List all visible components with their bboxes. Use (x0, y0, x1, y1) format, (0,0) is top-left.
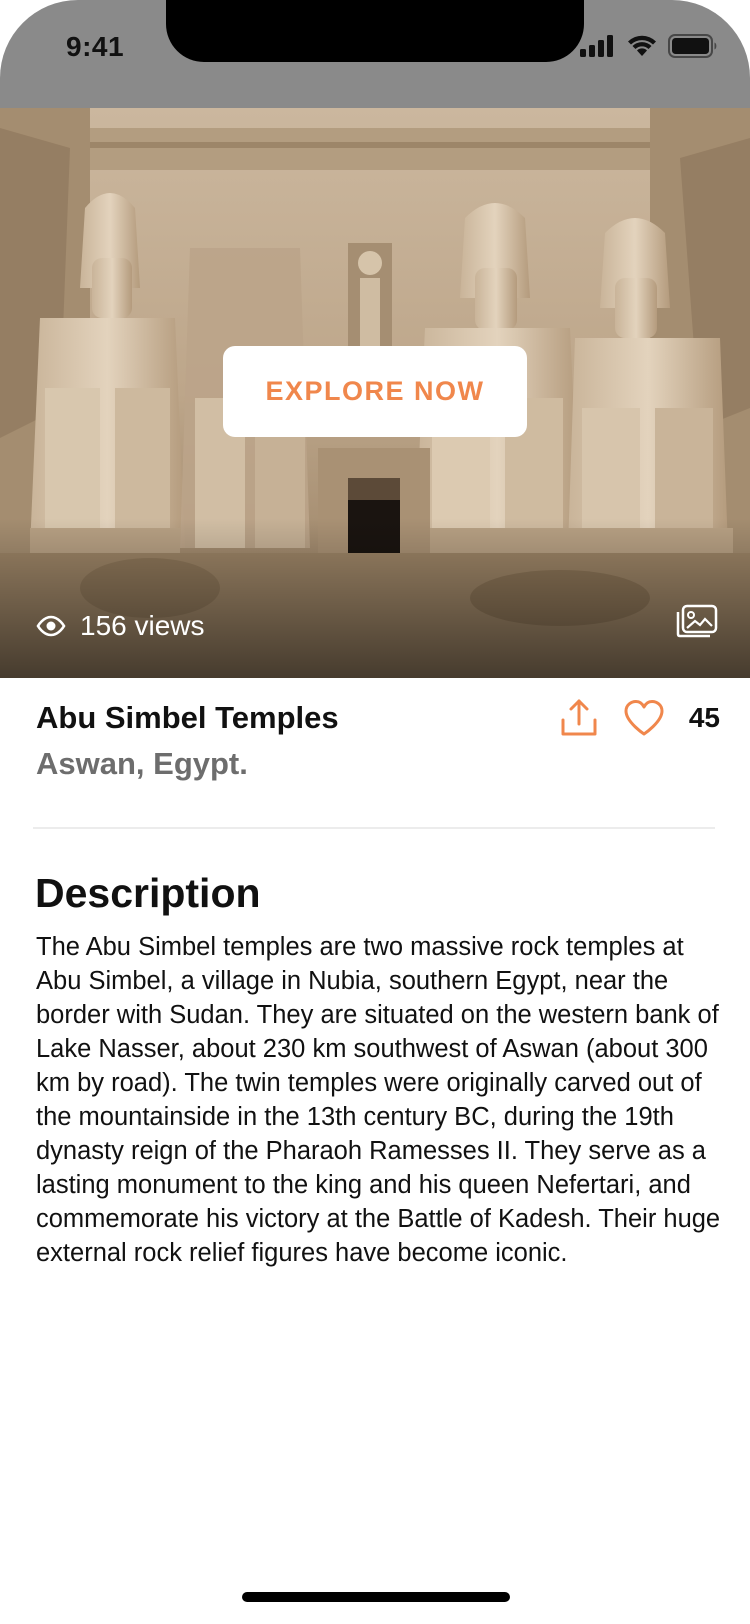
eye-icon (36, 615, 66, 637)
share-icon[interactable] (559, 698, 599, 738)
signal-icon (580, 35, 613, 57)
status-icons (580, 34, 718, 58)
status-bar: 9:41 (0, 0, 750, 108)
description-text: The Abu Simbel temples are two massive r… (36, 933, 721, 1267)
heart-icon[interactable] (623, 699, 665, 737)
explore-now-button[interactable]: EXPLORE NOW (223, 346, 527, 437)
place-location: Aswan, Egypt. (36, 746, 248, 781)
phone-screen: 9:41 EXPLORE NOW 156 views Abu Simbel Te… (0, 0, 750, 1624)
home-indicator[interactable] (242, 1592, 510, 1602)
views-counter: 156 views (36, 610, 205, 642)
views-label: 156 views (80, 610, 205, 641)
place-actions: 45 (559, 698, 720, 738)
like-count: 45 (688, 702, 720, 733)
notch (166, 0, 584, 62)
gallery-icon[interactable] (676, 604, 718, 638)
divider (33, 827, 715, 829)
battery-icon (668, 34, 717, 58)
description-heading: Description (35, 870, 261, 916)
hero-image: EXPLORE NOW 156 views (0, 108, 750, 678)
place-info: Abu Simbel Temples Aswan, Egypt. 45 (36, 698, 720, 790)
wifi-icon (628, 35, 656, 56)
status-time: 9:41 (66, 31, 125, 62)
